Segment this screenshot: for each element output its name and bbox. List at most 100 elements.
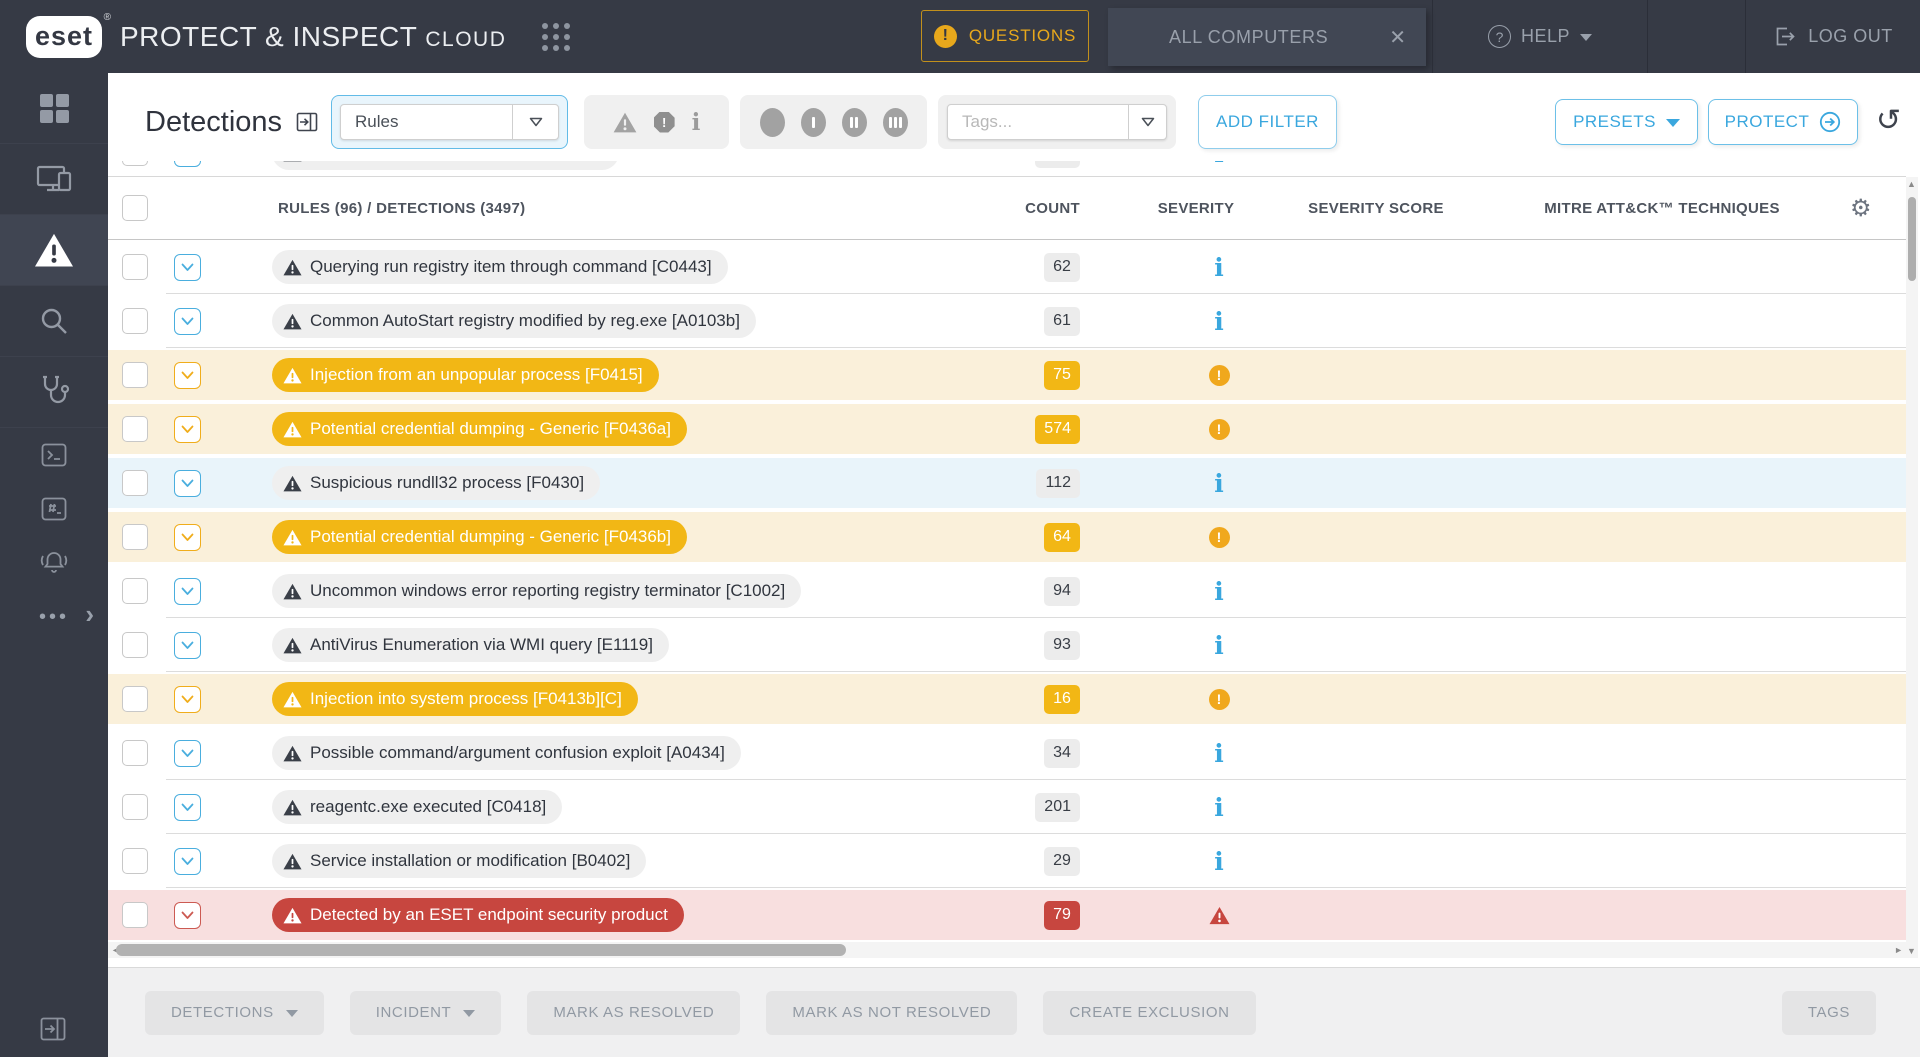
level-2-filter-icon[interactable] xyxy=(842,108,867,137)
row-expand-chevron[interactable] xyxy=(174,524,201,551)
row-expand-chevron[interactable] xyxy=(174,578,201,605)
level-1-filter-icon[interactable] xyxy=(801,108,826,137)
row-expand-chevron[interactable] xyxy=(174,902,201,929)
open-panel-icon[interactable] xyxy=(296,112,318,132)
row-expand-chevron[interactable] xyxy=(174,254,201,281)
table-row[interactable]: Potential credential dumping - Generic [… xyxy=(108,402,1906,456)
table-row[interactable]: Service installation or modification [B0… xyxy=(108,834,1906,888)
presets-button[interactable]: PRESETS xyxy=(1555,99,1698,145)
sidebar-item-search[interactable] xyxy=(0,286,108,357)
sidebar-item-detections[interactable] xyxy=(0,215,108,286)
rules-filter-dropdown[interactable]: Rules xyxy=(331,95,568,149)
questions-button[interactable]: ! QUESTIONS xyxy=(921,10,1089,62)
sidebar-item-notifications[interactable] xyxy=(0,536,108,590)
row-checkbox[interactable] xyxy=(122,161,148,166)
severity-warning-icon[interactable]: ! xyxy=(1209,527,1230,548)
apps-grid-icon[interactable] xyxy=(542,23,570,51)
table-row[interactable]: reagentc.exe executed [C0418]201i xyxy=(108,780,1906,834)
rule-chip[interactable]: Detected by an ESET endpoint security pr… xyxy=(272,898,684,932)
sidebar-collapse-button[interactable] xyxy=(40,1017,66,1041)
row-checkbox[interactable] xyxy=(122,632,148,658)
sidebar-item-diagnostics[interactable] xyxy=(0,357,108,428)
severity-info-icon[interactable]: i xyxy=(1214,577,1224,606)
sidebar-item-rules-editor[interactable] xyxy=(0,482,108,536)
table-row[interactable]: Suspicious rundll32 process [F0430]112i xyxy=(108,456,1906,510)
chevron-down-icon[interactable] xyxy=(512,105,558,139)
rule-chip[interactable]: Common AutoStart registry modified by re… xyxy=(272,304,756,338)
severity-warning-icon[interactable]: ! xyxy=(1209,419,1230,440)
row-expand-chevron[interactable] xyxy=(174,416,201,443)
vertical-scroll-thumb[interactable] xyxy=(1908,197,1916,281)
level-3-filter-icon[interactable] xyxy=(883,108,908,137)
row-checkbox[interactable] xyxy=(122,470,148,496)
mark-resolved-button[interactable]: MARK AS RESOLVED xyxy=(527,991,740,1035)
horizontal-scroll-thumb[interactable] xyxy=(116,944,846,956)
column-header-rules[interactable]: RULES (96) / DETECTIONS (3497) xyxy=(278,177,525,239)
computers-filter[interactable]: ALL COMPUTERS ✕ xyxy=(1108,8,1426,66)
select-all-checkbox[interactable] xyxy=(122,195,148,221)
close-icon[interactable]: ✕ xyxy=(1389,25,1426,50)
table-row[interactable]: Detected by an ESET endpoint security pr… xyxy=(108,888,1906,942)
column-header-count[interactable]: COUNT xyxy=(960,177,1080,239)
level-0-filter-icon[interactable] xyxy=(760,108,785,137)
row-expand-chevron[interactable] xyxy=(174,632,201,659)
row-checkbox[interactable] xyxy=(122,740,148,766)
rule-chip[interactable]: Potential credential dumping - Generic [… xyxy=(272,412,687,446)
row-checkbox[interactable] xyxy=(122,308,148,334)
table-row[interactable]: Common AutoStart registry modified by re… xyxy=(108,294,1906,348)
table-row[interactable]: AntiVirus Enumeration via WMI query [E11… xyxy=(108,618,1906,672)
row-checkbox[interactable] xyxy=(122,524,148,550)
rule-chip[interactable]: Service installation or modification [B0… xyxy=(272,844,646,878)
exclamation-octagon-filter-icon[interactable]: ! xyxy=(654,112,675,133)
severity-info-icon[interactable]: i xyxy=(1214,793,1224,822)
rule-chip[interactable]: reagentc.exe executed [C0418] xyxy=(272,790,562,824)
sidebar-item-dashboard[interactable] xyxy=(0,73,108,144)
row-expand-chevron[interactable] xyxy=(174,794,201,821)
row-expand-chevron[interactable] xyxy=(174,161,201,167)
table-row[interactable]: ESET submissions tool executed in t…230i xyxy=(108,161,1906,176)
sidebar-item-terminal[interactable] xyxy=(0,428,108,482)
detections-action-button[interactable]: DETECTIONS xyxy=(145,991,324,1035)
refresh-icon[interactable]: ↻ xyxy=(1876,103,1901,138)
row-checkbox[interactable] xyxy=(122,902,148,928)
row-expand-chevron[interactable] xyxy=(174,308,201,335)
table-row[interactable]: Uncommon windows error reporting registr… xyxy=(108,564,1906,618)
row-checkbox[interactable] xyxy=(122,416,148,442)
chevron-down-icon[interactable] xyxy=(1128,105,1166,139)
column-header-mitre[interactable]: MITRE ATT&CK™ TECHNIQUES xyxy=(1512,177,1812,239)
severity-info-icon[interactable]: i xyxy=(1214,307,1224,336)
sidebar-item-more[interactable]: ••• › xyxy=(0,590,108,644)
rule-chip[interactable]: Uncommon windows error reporting registr… xyxy=(272,574,801,608)
rule-chip[interactable]: Querying run registry item through comma… xyxy=(272,250,728,284)
severity-info-icon[interactable]: i xyxy=(1214,161,1224,168)
help-menu[interactable]: ? HELP xyxy=(1433,0,1647,73)
severity-warning-icon[interactable]: ! xyxy=(1209,689,1230,710)
scroll-up-icon[interactable]: ▲ xyxy=(1907,179,1916,189)
severity-critical-icon[interactable] xyxy=(1209,906,1230,925)
info-filter-icon[interactable]: i xyxy=(692,109,701,136)
column-header-severity-score[interactable]: SEVERITY SCORE xyxy=(1276,177,1476,239)
row-checkbox[interactable] xyxy=(122,254,148,280)
incident-action-button[interactable]: INCIDENT xyxy=(350,991,502,1035)
logout-button[interactable]: LOG OUT xyxy=(1746,0,1920,73)
row-expand-chevron[interactable] xyxy=(174,470,201,497)
table-row[interactable]: Querying run registry item through comma… xyxy=(108,240,1906,294)
rule-chip[interactable]: Suspicious rundll32 process [F0430] xyxy=(272,466,600,500)
severity-info-icon[interactable]: i xyxy=(1214,631,1224,660)
severity-info-icon[interactable]: i xyxy=(1214,847,1224,876)
create-exclusion-button[interactable]: CREATE EXCLUSION xyxy=(1043,991,1255,1035)
rule-chip[interactable]: AntiVirus Enumeration via WMI query [E11… xyxy=(272,628,669,662)
tags-filter-dropdown[interactable] xyxy=(938,95,1176,149)
expand-sidebar-icon[interactable]: › xyxy=(85,599,94,630)
row-checkbox[interactable] xyxy=(122,794,148,820)
add-filter-button[interactable]: ADD FILTER xyxy=(1198,95,1337,149)
row-checkbox[interactable] xyxy=(122,686,148,712)
column-header-severity[interactable]: SEVERITY xyxy=(1136,177,1256,239)
row-expand-chevron[interactable] xyxy=(174,362,201,389)
table-row[interactable]: Possible command/argument confusion expl… xyxy=(108,726,1906,780)
scroll-right-icon[interactable]: ► xyxy=(1894,945,1903,955)
row-expand-chevron[interactable] xyxy=(174,740,201,767)
horizontal-scrollbar[interactable]: ◄ ► xyxy=(108,942,1906,958)
mark-not-resolved-button[interactable]: MARK AS NOT RESOLVED xyxy=(766,991,1017,1035)
tags-input[interactable] xyxy=(948,105,1128,139)
